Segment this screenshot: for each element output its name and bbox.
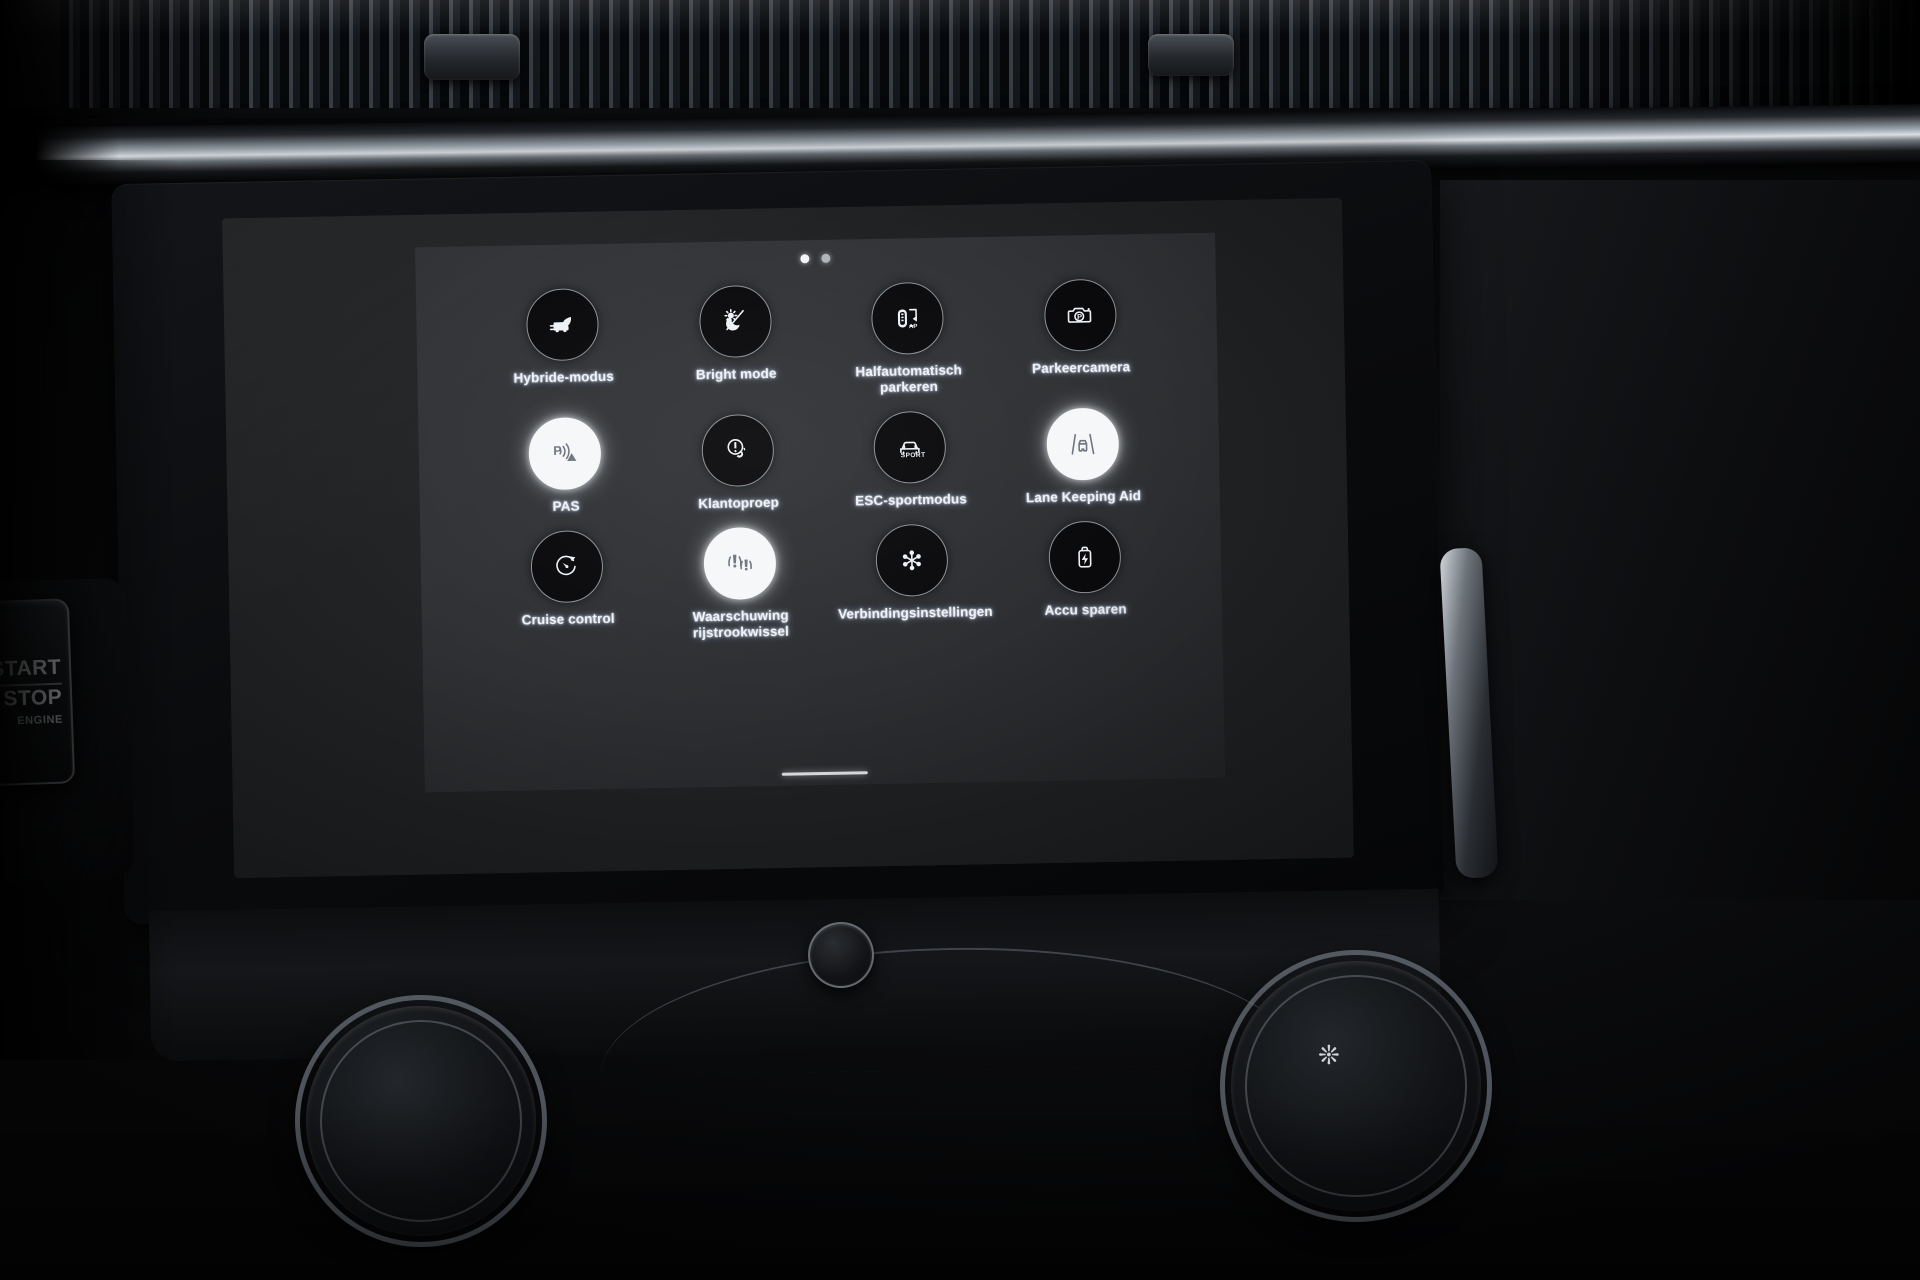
toggle-halfautomatisch-parkeren[interactable]: A P Halfautomatisch parkeren [821, 281, 996, 397]
cruise-control-icon [556, 555, 576, 575]
toggle-grid: Hybride-modus Bright mode A P Halfautoma… [476, 278, 1172, 645]
toggle-parkeercamera[interactable]: P Parkeercamera [993, 278, 1168, 394]
home-indicator-bar[interactable] [781, 771, 868, 776]
toggle-pas[interactable]: P PAS [478, 416, 652, 516]
vent-direction-knob-right[interactable] [1148, 34, 1234, 76]
vent-shadow-left [0, 0, 250, 118]
climate-knob-left[interactable] [300, 1000, 542, 1242]
lane-keeping-aid-button[interactable] [1045, 407, 1120, 481]
vent-shadow-right [1490, 0, 1920, 118]
accu-sparen-button[interactable] [1047, 520, 1122, 594]
toggle-label: Bright mode [695, 365, 777, 383]
bright-mode-button[interactable] [698, 284, 772, 359]
toggle-label: ESC-sportmodus [855, 491, 967, 509]
semi-auto-park-icon: A P [898, 308, 918, 330]
svg-text:P: P [914, 324, 918, 330]
connection-settings-icon [903, 550, 922, 570]
sun-moon-brightness-icon [724, 309, 744, 331]
toggle-label: Halfautomatisch parkeren [855, 362, 963, 395]
battery-save-icon [1078, 546, 1092, 568]
pas-button[interactable]: P [528, 416, 602, 491]
start-label: START [0, 655, 62, 682]
fan-icon: ❊ [1318, 1040, 1340, 1070]
svg-text:SPORT: SPORT [901, 452, 926, 459]
klantoproep-button[interactable] [700, 413, 775, 487]
hybrid-car-leaf-icon [549, 316, 572, 333]
toggle-label: Cruise control [521, 610, 615, 628]
toggle-accu-sparen[interactable]: Accu sparen [998, 519, 1173, 635]
esc-sportmodus-button[interactable]: SPORT [873, 410, 947, 484]
toggle-label: Lane Keeping Aid [1025, 487, 1142, 506]
dashboard-background: Hybride-modus Bright mode A P Halfautoma… [0, 0, 1920, 1280]
engine-label: ENGINE [17, 713, 64, 728]
trim-shadow-left [0, 116, 120, 186]
cruise-control-button[interactable] [530, 529, 604, 604]
stop-label: STOP [3, 685, 63, 711]
toggle-label: Hybride-modus [513, 368, 615, 386]
toggle-cruise-control[interactable]: Cruise control [480, 529, 655, 645]
engine-start-stop-button[interactable]: START STOP ENGINE [0, 598, 76, 787]
toggle-label: Waarschuwing rijstrookwissel [692, 607, 790, 641]
customer-call-phone-icon [727, 438, 745, 458]
knob-ring [1245, 975, 1467, 1197]
knob-ring [320, 1020, 522, 1222]
quick-settings-panel: Hybride-modus Bright mode A P Halfautoma… [415, 232, 1225, 793]
toggle-label: Verbindingsinstellingen [837, 603, 993, 622]
page-indicator[interactable] [415, 247, 1215, 271]
toggle-lane-keeping-aid[interactable]: Lane Keeping Aid [996, 406, 1170, 506]
physical-home-button[interactable] [808, 922, 874, 988]
toggle-label: Parkeercamera [1031, 359, 1131, 377]
page-dot-2[interactable] [821, 253, 831, 263]
park-assist-sensor-icon: P [553, 443, 577, 461]
hybride-modus-button[interactable] [526, 288, 600, 362]
toggle-bright-mode[interactable]: Bright mode [648, 284, 823, 400]
page-dot-1[interactable] [800, 254, 810, 264]
svg-text:P: P [1077, 312, 1082, 321]
waarschuwing-rijstrookwissel-button[interactable] [703, 526, 777, 600]
toggle-label: PAS [552, 498, 580, 514]
bottom-shadow-overlay [0, 1100, 1920, 1280]
right-dashboard-panel [1440, 180, 1920, 900]
toggle-label: Klantoproep [698, 494, 779, 512]
parking-camera-icon: P [1067, 307, 1092, 323]
vent-direction-knob-left[interactable] [424, 34, 520, 80]
toggle-waarschuwing-rijstrookwissel[interactable]: Waarschuwing rijstrookwissel [653, 526, 828, 642]
lane-change-warning-icon [727, 554, 752, 571]
toggle-klantoproep[interactable]: Klantoproep [651, 413, 825, 513]
esc-sport-car-icon: SPORT [900, 441, 926, 459]
climate-knob-right[interactable] [1225, 955, 1487, 1217]
toggle-esc-sportmodus[interactable]: SPORT ESC-sportmodus [823, 410, 997, 510]
air-vent-grille [0, 0, 1920, 118]
toggle-hybride-modus[interactable]: Hybride-modus [476, 287, 651, 403]
verbindingsinstellingen-button[interactable] [875, 523, 949, 597]
toggle-verbindingsinstellingen[interactable]: Verbindingsinstellingen [825, 523, 1000, 639]
lane-keeping-icon [1071, 433, 1095, 455]
halfautomatisch-parkeren-button[interactable]: A P [871, 281, 945, 356]
toggle-label: Accu sparen [1044, 601, 1127, 618]
parkeercamera-button[interactable]: P [1043, 278, 1117, 352]
